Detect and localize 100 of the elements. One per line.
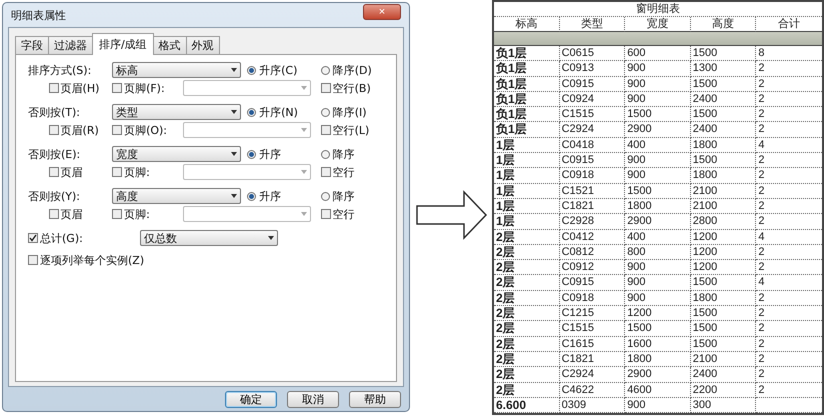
table-cell: 2	[756, 198, 822, 214]
table-cell: 2	[756, 92, 822, 108]
table-cell: 2	[756, 244, 822, 260]
table-cell: C0915	[560, 153, 626, 168]
table-cell: 2	[756, 306, 822, 322]
table-cell: C0418	[560, 138, 626, 154]
table-cell: 1500	[690, 107, 756, 122]
table-cell: 2	[756, 382, 822, 398]
table-cell: 1500	[690, 321, 756, 337]
table-cell: 900	[625, 398, 691, 414]
table-cell: 2	[756, 321, 822, 337]
dialog-button[interactable]: 取消	[287, 391, 339, 408]
radio-label: 降序	[332, 188, 355, 204]
table-cell: 2	[756, 290, 822, 306]
table-cell: C1821	[560, 352, 626, 368]
table-cell: C1515	[560, 107, 626, 122]
table-cell: 1500	[625, 321, 691, 337]
checkbox[interactable]	[112, 125, 122, 135]
dropdown[interactable]: 宽度	[112, 146, 242, 162]
tab[interactable]: 排序/成组	[92, 33, 154, 55]
field-label: 排序方式(S):	[28, 62, 92, 78]
checkbox-label: 页脚:	[124, 206, 150, 222]
table-cell: 2	[756, 260, 822, 276]
table-cell: 负1层	[494, 76, 560, 92]
dropdown[interactable]: 高度	[112, 188, 242, 204]
checkbox[interactable]	[48, 125, 59, 135]
dropdown[interactable]: 仅总数	[140, 230, 278, 246]
tab[interactable]: 字段	[15, 36, 49, 54]
dialog-button[interactable]: 帮助	[349, 391, 401, 408]
table-cell: 2层	[494, 306, 560, 322]
radio-button[interactable]	[320, 192, 330, 200]
radio-button[interactable]	[247, 192, 256, 200]
table-cell: 900	[625, 260, 691, 276]
table-cell: C1215	[560, 306, 626, 322]
table-cell: 2层	[494, 230, 560, 245]
table-cell: 1500	[690, 336, 756, 352]
tab[interactable]: 外观	[186, 36, 220, 54]
table-cell: C0615	[560, 46, 626, 62]
table-cell: 2层	[494, 367, 560, 383]
checkbox[interactable]	[320, 125, 331, 135]
table-cell: 400	[625, 230, 691, 245]
table-cell: C0412	[560, 230, 626, 245]
table-cell: 2400	[690, 122, 756, 138]
table-cell: 1500	[625, 184, 691, 199]
table-cell: 2	[756, 367, 822, 383]
checkbox[interactable]	[320, 83, 331, 93]
table-cell: C0812	[560, 244, 626, 260]
table-cell: C2928	[560, 214, 626, 230]
radio-button[interactable]	[247, 108, 256, 116]
checkbox[interactable]	[112, 209, 122, 219]
table-cell: 2800	[690, 214, 756, 230]
table-cell: 900	[625, 290, 691, 306]
table-cell: C1521	[560, 184, 626, 199]
table-cell: 2100	[690, 184, 756, 199]
tab[interactable]: 过滤器	[48, 36, 93, 54]
checkbox-label: 空行	[332, 206, 355, 222]
dialog-button[interactable]: 确定	[225, 391, 277, 408]
table-cell: 2	[756, 107, 822, 122]
checkbox-label: 逐项列举每个实例(Z)	[40, 252, 144, 268]
radio-button[interactable]	[247, 150, 256, 158]
table-cell: 1200	[690, 260, 756, 276]
checkbox[interactable]	[48, 83, 59, 93]
table-cell: 2层	[494, 321, 560, 337]
checkbox[interactable]	[320, 167, 331, 177]
table-cell: 1800	[625, 198, 691, 214]
dropdown[interactable]: 标高	[112, 62, 242, 78]
field-label: 否则按(T):	[28, 104, 82, 120]
checkbox[interactable]	[112, 83, 122, 93]
checkbox-label: 页脚(F):	[124, 80, 165, 96]
table-cell: C1515	[560, 321, 626, 337]
checkbox-label: 页脚(O):	[124, 122, 168, 138]
checkbox-label: 页脚:	[124, 164, 150, 180]
table-cell: 8	[756, 46, 822, 62]
table-cell: 900	[625, 76, 691, 92]
radio-button[interactable]	[320, 108, 330, 116]
table-cell: 900	[625, 61, 691, 77]
checkbox-label: 总计(G):	[40, 230, 83, 246]
radio-button[interactable]	[320, 66, 330, 74]
radio-label: 升序(C)	[259, 62, 298, 78]
table-cell: C0915	[560, 76, 626, 92]
dropdown[interactable]: 类型	[112, 104, 242, 120]
checkbox[interactable]	[320, 209, 331, 219]
table-cell: 0309	[560, 398, 626, 414]
table-cell: 2层	[494, 290, 560, 306]
tab[interactable]: 格式	[152, 36, 187, 54]
table-cell: 1300	[690, 61, 756, 77]
table-cell: 1800	[690, 290, 756, 306]
table-cell: 负1层	[494, 61, 560, 77]
checkbox[interactable]	[48, 209, 59, 219]
table-cell: 1500	[690, 153, 756, 168]
checkbox[interactable]	[28, 255, 38, 265]
checkbox[interactable]	[112, 167, 122, 177]
radio-label: 降序(I)	[332, 104, 367, 120]
table-cell: 1层	[494, 214, 560, 230]
radio-button[interactable]	[320, 150, 330, 158]
table-cell: 1500	[690, 306, 756, 322]
table-cell: 800	[625, 244, 691, 260]
radio-button[interactable]	[247, 66, 256, 74]
checkbox[interactable]	[28, 233, 38, 243]
checkbox[interactable]	[48, 167, 59, 177]
